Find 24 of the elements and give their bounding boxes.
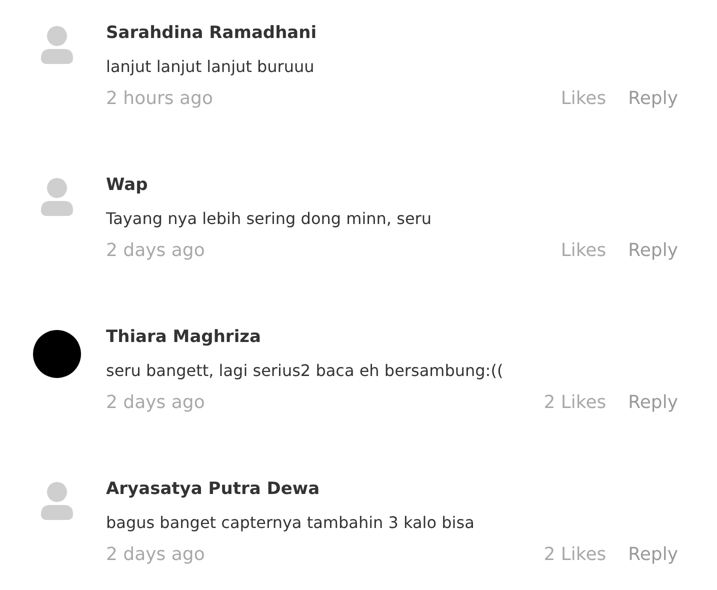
reply-link[interactable]: Reply	[628, 542, 678, 568]
user-avatar-icon	[41, 178, 73, 216]
commenter-name: Wap	[106, 174, 149, 197]
comment-text: lanjut lanjut lanjut buruuu	[106, 56, 316, 78]
commenter-name: Thiara Maghriza	[106, 326, 262, 349]
comment-time: 2 days ago	[106, 239, 206, 263]
comment-time: 2 days ago	[106, 543, 206, 567]
comment-time: 2 days ago	[106, 391, 206, 415]
comment-text: seru bangett, lagi serius2 baca eh bersambung:((	[106, 360, 504, 382]
comment-text: bagus banget capternya tambahin 3 kalo bisa	[106, 512, 476, 534]
likes-link[interactable]: 2 Likes	[544, 542, 606, 568]
user-avatar-icon	[41, 26, 73, 64]
likes-link[interactable]: Likes	[560, 86, 606, 112]
reply-link[interactable]: Reply	[628, 390, 678, 416]
user-avatar	[33, 330, 81, 378]
user-avatar-icon	[41, 482, 73, 520]
commenter-name: Sarahdina Ramadhani	[106, 22, 318, 45]
comment-time: 2 hours ago	[106, 87, 214, 111]
likes-link[interactable]: Likes	[560, 238, 606, 264]
reply-link[interactable]: Reply	[628, 86, 678, 112]
comment-text: Tayang nya lebih sering dong minn, seru	[106, 208, 432, 230]
commenter-name: Aryasatya Putra Dewa	[106, 478, 321, 501]
likes-link[interactable]: 2 Likes	[544, 390, 606, 416]
reply-link[interactable]: Reply	[628, 238, 678, 264]
